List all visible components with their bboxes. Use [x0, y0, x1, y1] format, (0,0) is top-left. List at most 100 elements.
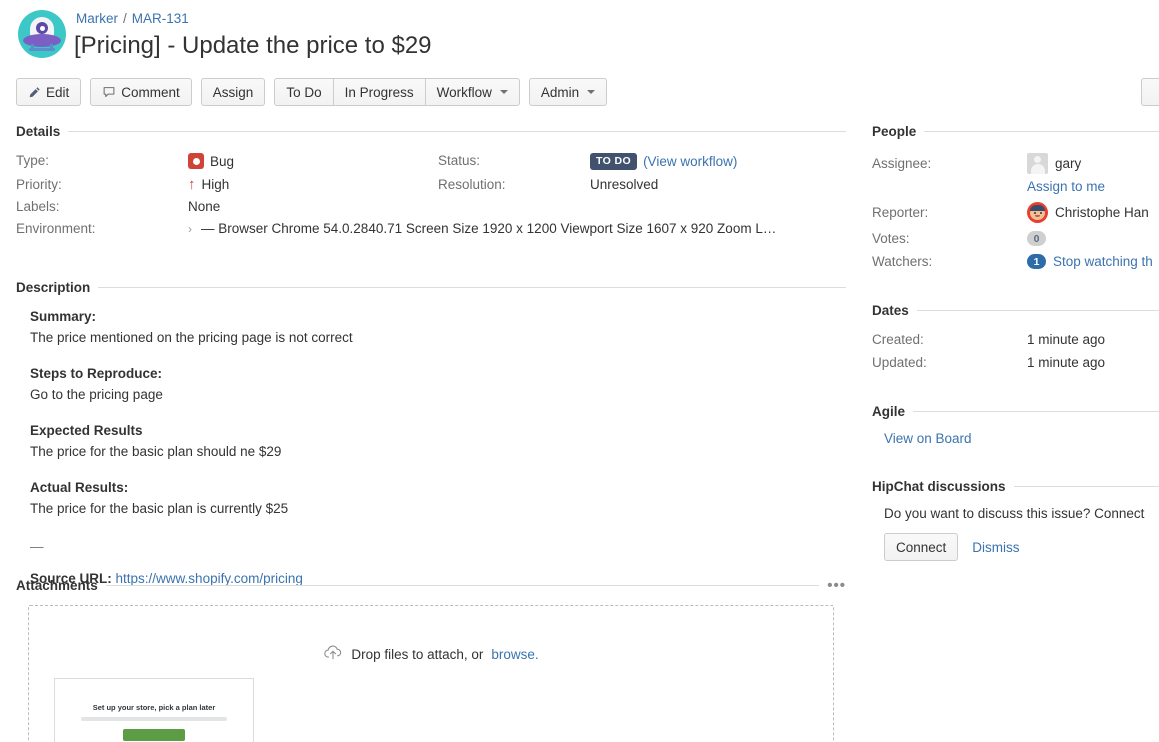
type-value: Bug: [188, 153, 438, 169]
browse-link[interactable]: browse.: [491, 647, 538, 662]
attachment-thumbnail[interactable]: Set up your store, pick a plan later: [54, 678, 254, 742]
details-heading-label: Details: [16, 124, 60, 139]
created-value: 1 minute ago: [1027, 332, 1159, 347]
actual-label: Actual Results:: [30, 478, 846, 498]
dates-heading: Dates: [872, 303, 1159, 318]
admin-dropdown-button[interactable]: Admin: [529, 78, 607, 106]
workflow-dropdown-button[interactable]: Workflow: [426, 78, 520, 106]
resolution-value: Unresolved: [590, 177, 846, 192]
avatar-hair-shape: [1030, 205, 1045, 211]
view-workflow-link[interactable]: (View workflow): [643, 154, 737, 169]
reporter-label: Reporter:: [872, 205, 1027, 220]
project-avatar-icon[interactable]: [18, 10, 66, 58]
comment-button[interactable]: Comment: [90, 78, 192, 106]
hipchat-actions: Connect Dismiss: [884, 533, 1159, 561]
priority-high-arrow-icon: ↑: [188, 177, 196, 192]
assignee-name: gary: [1055, 156, 1081, 171]
labels-label: Labels:: [16, 199, 188, 214]
edit-button[interactable]: Edit: [16, 78, 81, 106]
votes-value: 0: [1027, 231, 1159, 246]
todo-transition-button[interactable]: To Do: [274, 78, 333, 106]
in-progress-button-label: In Progress: [345, 85, 414, 100]
edit-button-label: Edit: [46, 85, 69, 100]
dropzone-label: Drop files to attach, or browse.: [29, 644, 833, 664]
thumbnail-headline: Set up your store, pick a plan later: [55, 703, 253, 712]
agile-body: View on Board: [872, 431, 1159, 446]
details-section: Details Type: Bug Status: TO DO (View wo…: [16, 124, 846, 236]
comment-icon: [102, 86, 116, 99]
updated-value: 1 minute ago: [1027, 355, 1159, 370]
details-fields: Type: Bug Status: TO DO (View workflow) …: [16, 153, 846, 236]
priority-value: ↑ High: [188, 177, 438, 192]
hipchat-dismiss-link[interactable]: Dismiss: [972, 540, 1019, 555]
hipchat-heading: HipChat discussions: [872, 479, 1159, 494]
people-heading-label: People: [872, 124, 916, 139]
assignee-value: gary: [1027, 153, 1159, 174]
upload-icon: [323, 644, 343, 664]
attachments-options-icon[interactable]: •••: [827, 582, 846, 590]
priority-value-label: High: [202, 177, 230, 192]
people-fields: Assignee: gary Assign to me Reporter:: [872, 153, 1159, 269]
assign-to-me-link[interactable]: Assign to me: [1027, 179, 1105, 194]
connect-button-label: Connect: [896, 540, 946, 555]
page-title: [Pricing] - Update the price to $29: [74, 31, 432, 61]
section-divider: [106, 585, 819, 586]
status-badge[interactable]: TO DO: [590, 153, 637, 170]
chevron-down-icon: [500, 90, 508, 94]
labels-value: None: [188, 199, 438, 214]
ufo-pupil-icon: [40, 26, 45, 31]
offscreen-toolbar-button[interactable]: [1141, 78, 1159, 106]
expected-label: Expected Results: [30, 421, 846, 441]
expected-text: The price for the basic plan should ne $…: [30, 442, 846, 462]
type-label: Type:: [16, 153, 188, 168]
avatar-eye-left: [1034, 212, 1036, 214]
steps-label: Steps to Reproduce:: [30, 364, 846, 384]
breadcrumb-separator: /: [123, 11, 127, 26]
stop-watching-link[interactable]: Stop watching th: [1053, 254, 1153, 269]
actual-text: The price for the basic plan is currentl…: [30, 499, 846, 519]
updated-label: Updated:: [872, 355, 1027, 370]
assignee-avatar[interactable]: [1027, 153, 1048, 174]
votes-label: Votes:: [872, 231, 1027, 246]
details-heading: Details: [16, 124, 846, 139]
thumbnail-subtext-bar: [81, 717, 227, 721]
drop-files-text: Drop files to attach, or: [351, 647, 483, 662]
watchers-value: 1 Stop watching th: [1027, 254, 1159, 269]
watchers-badge: 1: [1027, 254, 1046, 269]
thumbnail-cta-button: [123, 729, 185, 741]
dates-fields: Created: 1 minute ago Updated: 1 minute …: [872, 332, 1159, 370]
environment-label: Environment:: [16, 221, 188, 236]
avatar-body-shape: [1031, 164, 1045, 174]
jira-issue-page: Marker / MAR-131 [Pricing] - Update the pr…: [0, 0, 1159, 742]
chevron-right-icon[interactable]: ›: [188, 222, 192, 236]
hipchat-connect-button[interactable]: Connect: [884, 533, 958, 561]
attachments-section: Attachments ••• Drop files to attach, or…: [16, 578, 846, 742]
issue-sidebar: People Assignee: gary Assign to me Repor…: [872, 124, 1159, 561]
created-label: Created:: [872, 332, 1027, 347]
breadcrumb-project-link[interactable]: Marker: [76, 11, 118, 26]
steps-text: Go to the pricing page: [30, 385, 846, 405]
watchers-label: Watchers:: [872, 254, 1027, 269]
breadcrumb-issue-key-link[interactable]: MAR-131: [132, 11, 189, 26]
people-heading: People: [872, 124, 1159, 139]
attachment-dropzone[interactable]: Drop files to attach, or browse. Set up …: [28, 605, 834, 742]
ufo-saucer-shape: [23, 34, 61, 47]
summary-label: Summary:: [30, 307, 846, 327]
reporter-avatar[interactable]: [1027, 202, 1048, 223]
assign-button[interactable]: Assign: [201, 78, 266, 106]
dates-heading-label: Dates: [872, 303, 909, 318]
status-label: Status:: [438, 153, 590, 168]
description-body: Summary: The price mentioned on the pric…: [16, 307, 846, 589]
description-heading-label: Description: [16, 280, 90, 295]
priority-label: Priority:: [16, 177, 188, 192]
attachments-heading: Attachments •••: [16, 578, 846, 593]
in-progress-transition-button[interactable]: In Progress: [334, 78, 426, 106]
section-divider: [1014, 486, 1159, 487]
issue-toolbar: Edit Comment Assign To Do In Progress Wo…: [16, 78, 607, 106]
attachments-heading-label: Attachments: [16, 578, 98, 593]
description-heading: Description: [16, 280, 846, 295]
environment-text: — Browser Chrome 54.0.2840.71 Screen Siz…: [201, 221, 776, 236]
resolution-label: Resolution:: [438, 177, 590, 192]
view-on-board-link[interactable]: View on Board: [884, 431, 972, 446]
workflow-button-label: Workflow: [437, 85, 492, 100]
